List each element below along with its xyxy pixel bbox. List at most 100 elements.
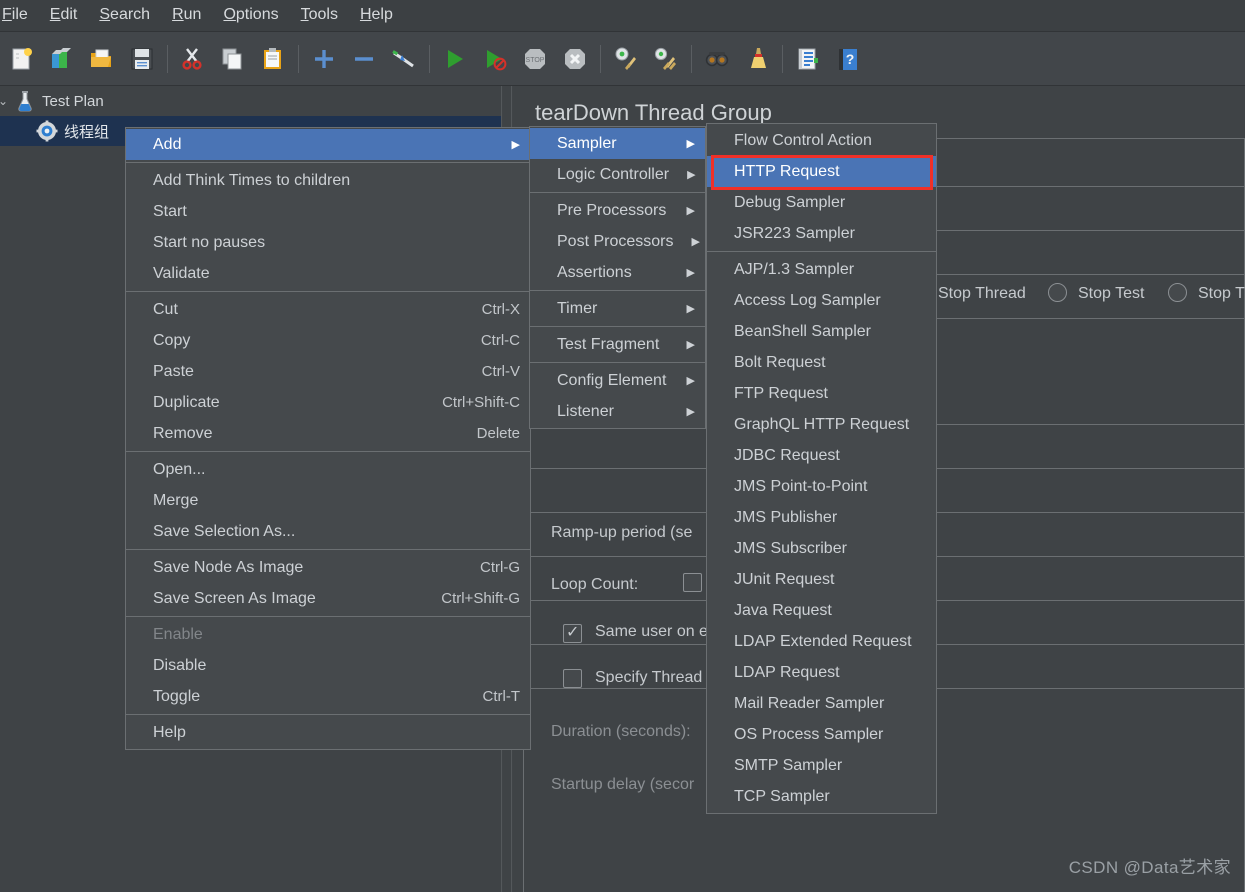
context-item-copy[interactable]: Copy Ctrl-C	[126, 325, 530, 356]
help-icon[interactable]: ?	[828, 38, 868, 80]
new-icon[interactable]	[2, 38, 42, 80]
function-helper-icon[interactable]	[788, 38, 828, 80]
save-icon[interactable]	[122, 38, 162, 80]
add-item-listener[interactable]: Listener ▶	[530, 396, 705, 427]
stop-icon[interactable]: STOP	[515, 38, 555, 80]
sampler-submenu[interactable]: Flow Control Action HTTP Request Debug Sam…	[706, 123, 937, 814]
sampler-item-java-request[interactable]: Java Request	[707, 595, 936, 626]
sampler-item-mail-reader-sampler[interactable]: Mail Reader Sampler	[707, 688, 936, 719]
sampler-item-smtp-sampler[interactable]: SMTP Sampler	[707, 750, 936, 781]
menu-help[interactable]: Help	[349, 3, 404, 28]
toolbar-separator	[429, 44, 430, 73]
toggle-icon[interactable]	[384, 38, 424, 80]
menu-file[interactable]: File	[0, 3, 39, 28]
chevron-down-icon[interactable]: ⌄	[0, 94, 12, 108]
sampler-item-jms-subscriber[interactable]: JMS Subscriber	[707, 533, 936, 564]
context-item-toggle[interactable]: Toggle Ctrl-T	[126, 681, 530, 712]
collapse-all-icon[interactable]	[344, 38, 384, 80]
add-item-assertions[interactable]: Assertions ▶	[530, 257, 705, 288]
loop-count-forever-checkbox[interactable]	[683, 573, 702, 592]
tree-context-menu[interactable]: Add ▶ Add Think Times to children Start Star…	[125, 127, 531, 750]
copy-icon[interactable]	[213, 38, 253, 80]
context-item-remove[interactable]: Remove Delete	[126, 418, 530, 449]
context-item-start[interactable]: Start	[126, 196, 530, 227]
sampler-item-jdbc-request[interactable]: JDBC Request	[707, 440, 936, 471]
sampler-item-flow-control-action[interactable]: Flow Control Action	[707, 125, 936, 156]
sampler-item-os-process-sampler[interactable]: OS Process Sampler	[707, 719, 936, 750]
paste-icon[interactable]	[253, 38, 293, 80]
reset-search-icon[interactable]	[737, 38, 777, 80]
context-item-cut[interactable]: Cut Ctrl-X	[126, 294, 530, 325]
context-item-disable[interactable]: Disable	[126, 650, 530, 681]
sampler-item-access-log-sampler[interactable]: Access Log Sampler	[707, 285, 936, 316]
clear-icon[interactable]	[606, 38, 646, 80]
stop-test-now-radio[interactable]	[1168, 283, 1187, 302]
same-user-checkbox[interactable]	[563, 622, 582, 643]
stop-thread-radio-label: Stop Thread	[938, 285, 1026, 302]
menu-separator	[126, 549, 530, 550]
expand-all-icon[interactable]	[304, 38, 344, 80]
context-item-help[interactable]: Help	[126, 717, 530, 748]
menu-item-label: LDAP Extended Request	[734, 632, 912, 650]
templates-icon[interactable]	[42, 38, 82, 80]
thread-group-icon	[34, 120, 60, 142]
menu-run[interactable]: Run	[161, 3, 212, 28]
specify-thread-label: Specify Thread	[595, 669, 703, 686]
sampler-item-ldap-extended-request[interactable]: LDAP Extended Request	[707, 626, 936, 657]
context-item-save-screen-as-image[interactable]: Save Screen As Image Ctrl+Shift-G	[126, 583, 530, 614]
add-item-pre-processors[interactable]: Pre Processors ▶	[530, 195, 705, 226]
sampler-item-junit-request[interactable]: JUnit Request	[707, 564, 936, 595]
sampler-item-http-request[interactable]: HTTP Request	[707, 156, 936, 187]
menu-options[interactable]: Options	[212, 3, 289, 28]
add-item-logic-controller[interactable]: Logic Controller ▶	[530, 159, 705, 190]
search-icon[interactable]	[697, 38, 737, 80]
context-item-paste[interactable]: Paste Ctrl-V	[126, 356, 530, 387]
add-submenu[interactable]: Sampler ▶ Logic Controller ▶ Pre Processors ▶…	[529, 126, 706, 429]
stop-test-radio-label: Stop Test	[1078, 285, 1145, 302]
add-item-config-element[interactable]: Config Element ▶	[530, 365, 705, 396]
specify-thread-lifetime-checkbox[interactable]	[563, 669, 582, 688]
context-item-open[interactable]: Open...	[126, 454, 530, 485]
context-item-add[interactable]: Add ▶	[126, 129, 530, 160]
context-item-start-no-pauses[interactable]: Start no pauses	[126, 227, 530, 258]
menu-tools[interactable]: Tools	[290, 3, 349, 28]
sampler-item-jms-publisher[interactable]: JMS Publisher	[707, 502, 936, 533]
loop-count-label: Loop Count:	[551, 576, 639, 593]
sampler-item-debug-sampler[interactable]: Debug Sampler	[707, 187, 936, 218]
sampler-item-ftp-request[interactable]: FTP Request	[707, 378, 936, 409]
menu-item-label: TCP Sampler	[734, 787, 830, 805]
menu-item-label: Test Fragment	[557, 335, 660, 353]
start-no-pauses-icon[interactable]	[475, 38, 515, 80]
context-item-duplicate[interactable]: Duplicate Ctrl+Shift-C	[126, 387, 530, 418]
sampler-item-beanshell-sampler[interactable]: BeanShell Sampler	[707, 316, 936, 347]
context-item-add-think-times-to-children[interactable]: Add Think Times to children	[126, 165, 530, 196]
tree-node-test-plan[interactable]: ⌄ Test Plan	[0, 86, 501, 116]
add-item-post-processors[interactable]: Post Processors ▶	[530, 226, 705, 257]
sampler-item-ajp-1-3-sampler[interactable]: AJP/1.3 Sampler	[707, 254, 936, 285]
add-item-sampler[interactable]: Sampler ▶	[530, 128, 705, 159]
start-icon[interactable]	[435, 38, 475, 80]
menu-edit[interactable]: Edit	[39, 3, 89, 28]
shutdown-icon[interactable]	[555, 38, 595, 80]
menu-item-label: SMTP Sampler	[734, 756, 843, 774]
add-item-test-fragment[interactable]: Test Fragment ▶	[530, 329, 705, 360]
sampler-item-jms-point-to-point[interactable]: JMS Point-to-Point	[707, 471, 936, 502]
sampler-item-bolt-request[interactable]: Bolt Request	[707, 347, 936, 378]
cut-icon[interactable]	[173, 38, 213, 80]
context-item-save-selection-as[interactable]: Save Selection As...	[126, 516, 530, 547]
stop-test-radio[interactable]	[1048, 283, 1067, 302]
context-item-merge[interactable]: Merge	[126, 485, 530, 516]
sampler-item-jsr223-sampler[interactable]: JSR223 Sampler	[707, 218, 936, 249]
sampler-item-tcp-sampler[interactable]: TCP Sampler	[707, 781, 936, 812]
menu-item-label: GraphQL HTTP Request	[734, 415, 910, 433]
sampler-item-graphql-http-request[interactable]: GraphQL HTTP Request	[707, 409, 936, 440]
sampler-item-ldap-request[interactable]: LDAP Request	[707, 657, 936, 688]
clear-all-icon[interactable]	[646, 38, 686, 80]
tree-node-label: 线程组	[64, 123, 110, 141]
add-item-timer[interactable]: Timer ▶	[530, 293, 705, 324]
context-item-save-node-as-image[interactable]: Save Node As Image Ctrl-G	[126, 552, 530, 583]
context-item-validate[interactable]: Validate	[126, 258, 530, 289]
chevron-right-icon: ▶	[686, 406, 695, 418]
menu-search[interactable]: Search	[88, 3, 161, 28]
open-icon[interactable]	[82, 38, 122, 80]
